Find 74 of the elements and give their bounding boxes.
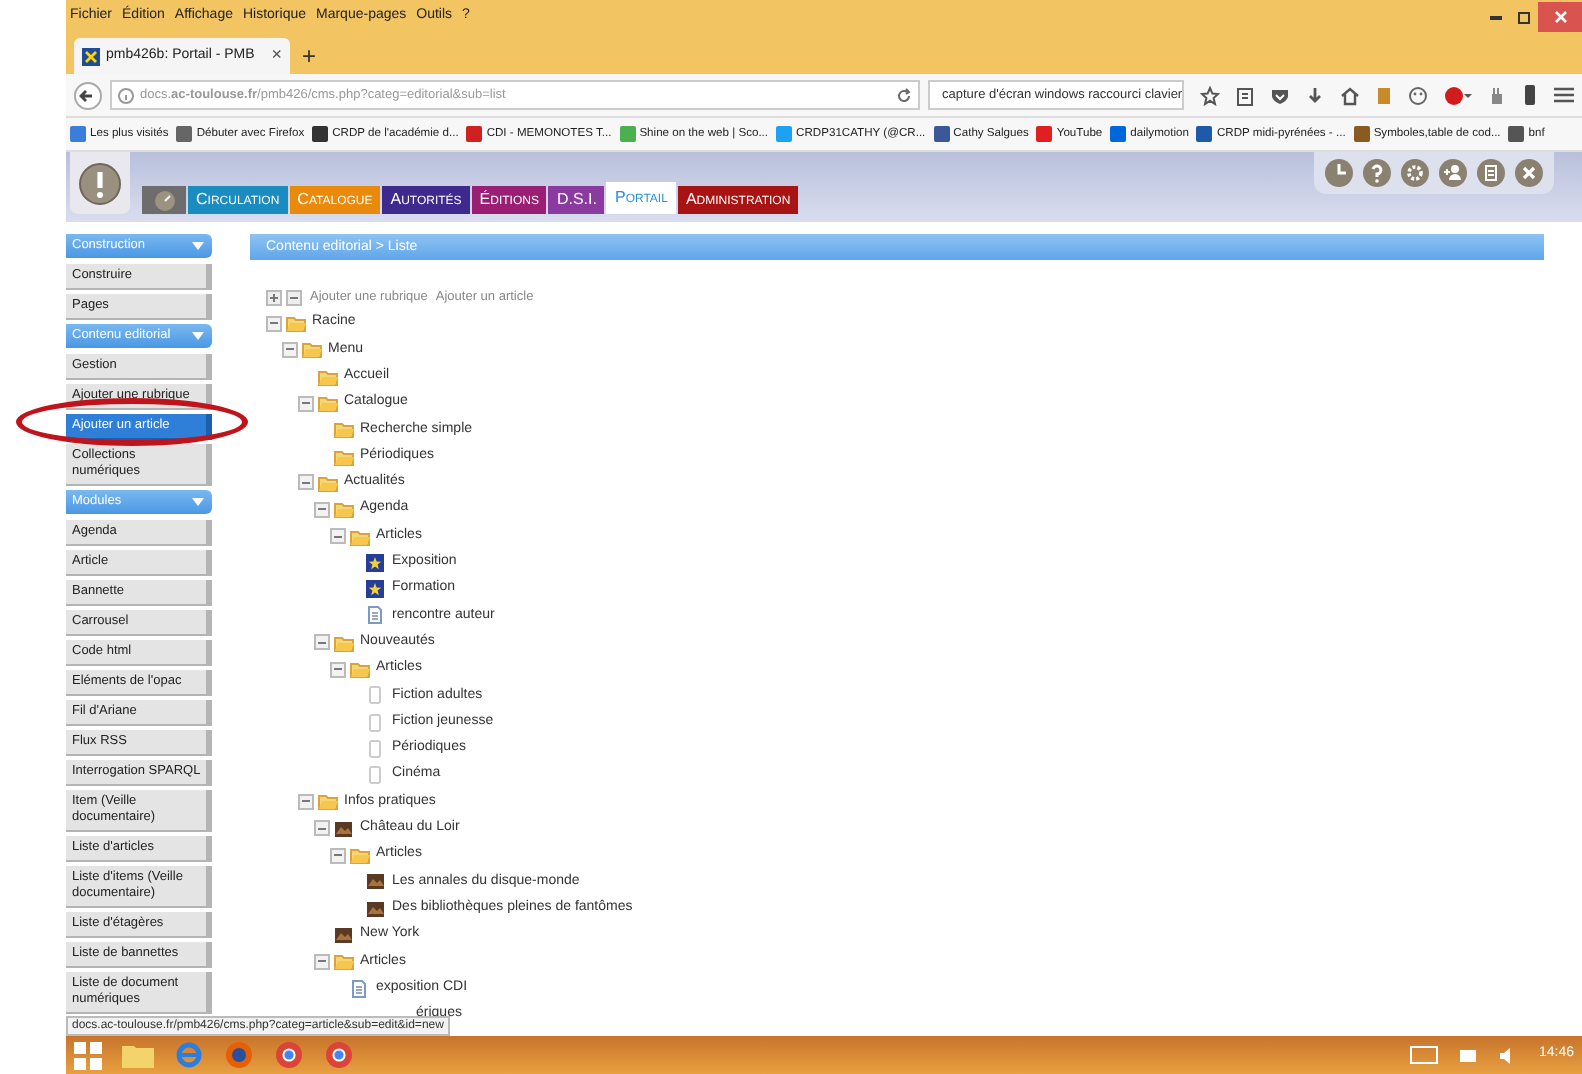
collapse-toggle-icon[interactable] [298, 395, 314, 412]
folder-icon [350, 660, 370, 678]
download-icon[interactable] [1306, 85, 1324, 105]
folder-icon [318, 473, 338, 492]
menu-icon[interactable] [1554, 86, 1574, 104]
photo-thumbnail-icon [334, 819, 354, 838]
expand-all-icon[interactable] [266, 289, 282, 305]
new-tab-button[interactable]: + [296, 38, 323, 74]
module-tab[interactable]: Circulation [188, 186, 288, 214]
picture-icon [366, 553, 386, 572]
picture-icon [366, 580, 386, 599]
photo-thumbnail-icon [366, 872, 386, 891]
collapse-toggle-icon[interactable] [298, 793, 314, 810]
collapse-toggle-icon[interactable] [266, 315, 282, 332]
collapse-triangle-icon[interactable] [192, 498, 204, 506]
back-icon[interactable] [74, 81, 102, 109]
stop-badge-icon[interactable] [1444, 85, 1472, 105]
folder-icon [334, 447, 354, 466]
module-tab[interactable]: Autorités [382, 186, 470, 214]
clipboard-icon[interactable] [1236, 85, 1254, 105]
module-tab[interactable]: Administration [677, 186, 799, 214]
chrome-icon[interactable] [274, 1040, 304, 1070]
home-icon[interactable] [1340, 85, 1360, 105]
collapse-toggle-icon[interactable] [314, 501, 330, 518]
alert-logo-icon[interactable] [78, 161, 122, 205]
folder-icon [318, 394, 338, 413]
module-tab[interactable]: Portail [606, 182, 676, 214]
folder-icon [318, 792, 338, 811]
close-icon [1553, 10, 1567, 24]
document-icon [366, 606, 386, 625]
smiley-icon[interactable] [1408, 85, 1428, 105]
collapse-triangle-icon[interactable] [192, 332, 204, 340]
tab-close-button[interactable]: × [271, 42, 282, 70]
document-icon[interactable] [1476, 158, 1506, 188]
phone-icon[interactable] [1522, 84, 1538, 106]
folder-icon [334, 500, 354, 519]
folder-icon [286, 314, 306, 333]
reload-icon[interactable] [896, 87, 912, 103]
folder-icon [334, 633, 354, 652]
close-icon[interactable] [1514, 158, 1544, 188]
help-icon[interactable] [1362, 158, 1392, 188]
collapse-toggle-icon[interactable] [298, 474, 314, 491]
collapse-toggle-icon[interactable] [282, 341, 298, 358]
dashboard-icon[interactable] [153, 189, 175, 211]
folder-icon [350, 846, 370, 865]
collapse-triangle-icon[interactable] [192, 242, 204, 250]
close-button[interactable] [1538, 2, 1582, 32]
folder-icon [318, 367, 338, 386]
photo-thumbnail-icon [334, 925, 354, 944]
settings-icon[interactable] [1400, 158, 1430, 188]
collapse-toggle-icon[interactable] [330, 528, 346, 545]
shield-icon[interactable] [1270, 85, 1290, 105]
document-icon [350, 979, 370, 998]
collapse-toggle-icon[interactable] [330, 847, 346, 864]
collapse-toggle-icon[interactable] [314, 634, 330, 651]
collapse-all-icon[interactable] [286, 289, 302, 305]
chrome-icon[interactable] [324, 1040, 354, 1070]
favicon-icon [82, 47, 100, 65]
user-add-icon[interactable] [1438, 158, 1468, 188]
folder-icon [350, 527, 370, 546]
windows-start-icon[interactable] [74, 1041, 102, 1069]
folder-icon [302, 340, 322, 359]
info-icon [118, 87, 134, 103]
firefox-icon[interactable] [224, 1040, 254, 1070]
clock-icon[interactable] [1324, 158, 1354, 188]
module-tab[interactable]: Éditions [471, 186, 547, 214]
folder-icon [334, 420, 354, 439]
module-tab[interactable]: D.S.I. [548, 186, 605, 214]
star-icon[interactable] [1200, 85, 1220, 105]
collapse-toggle-icon[interactable] [314, 820, 330, 837]
collapse-toggle-icon[interactable] [314, 953, 330, 970]
folder-icon [334, 952, 354, 971]
collapse-toggle-icon[interactable] [330, 661, 346, 677]
photo-thumbnail-icon [366, 899, 386, 918]
